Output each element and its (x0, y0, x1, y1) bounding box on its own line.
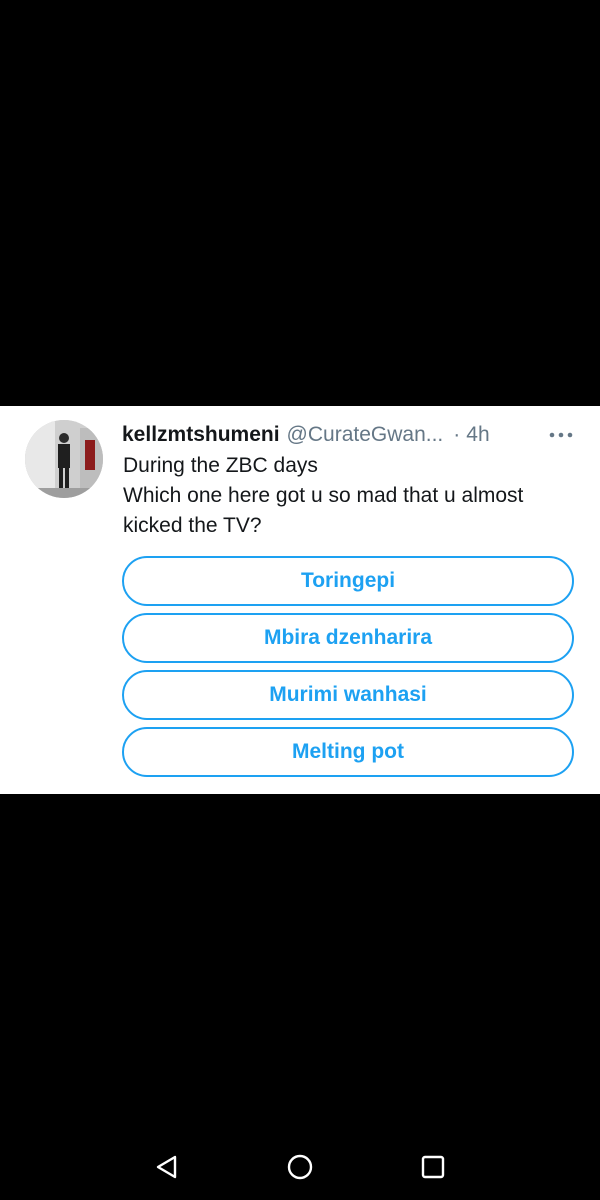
poll-option-mbira-dzenharira[interactable]: Mbira dzenharira (122, 613, 574, 663)
user-handle[interactable]: @CurateGwan... (287, 423, 444, 447)
tweet-text: During the ZBC days Which one here got u… (123, 451, 583, 541)
circle-home-icon[interactable] (285, 1152, 315, 1182)
poll-option-murimi-wanhasi[interactable]: Murimi wanhasi (122, 670, 574, 720)
poll: Toringepi Mbira dzenharira Murimi wanhas… (122, 556, 574, 784)
square-recents-icon[interactable] (418, 1152, 448, 1182)
display-name[interactable]: kellzmtshumeni (122, 423, 280, 447)
tweet-text-line: Which one here got u so mad that u almos… (123, 484, 524, 507)
poll-option-melting-pot[interactable]: Melting pot (122, 727, 574, 777)
avatar[interactable] (25, 420, 103, 498)
tweet-text-line: kicked the TV? (123, 514, 262, 537)
tweet-card[interactable]: kellzmtshumeni @CurateGwan... · 4h Durin… (0, 406, 600, 794)
poll-option-toringepi[interactable]: Toringepi (122, 556, 574, 606)
triangle-back-icon[interactable] (152, 1152, 182, 1182)
tweet-text-line: During the ZBC days (123, 454, 318, 477)
tweet-header: kellzmtshumeni @CurateGwan... · 4h (122, 418, 580, 452)
avatar-image (25, 420, 103, 498)
separator-dot: · (453, 423, 461, 446)
tweet-time[interactable]: 4h (466, 423, 489, 447)
system-navigation-bar (0, 1130, 600, 1200)
more-horizontal-icon[interactable] (542, 418, 580, 452)
